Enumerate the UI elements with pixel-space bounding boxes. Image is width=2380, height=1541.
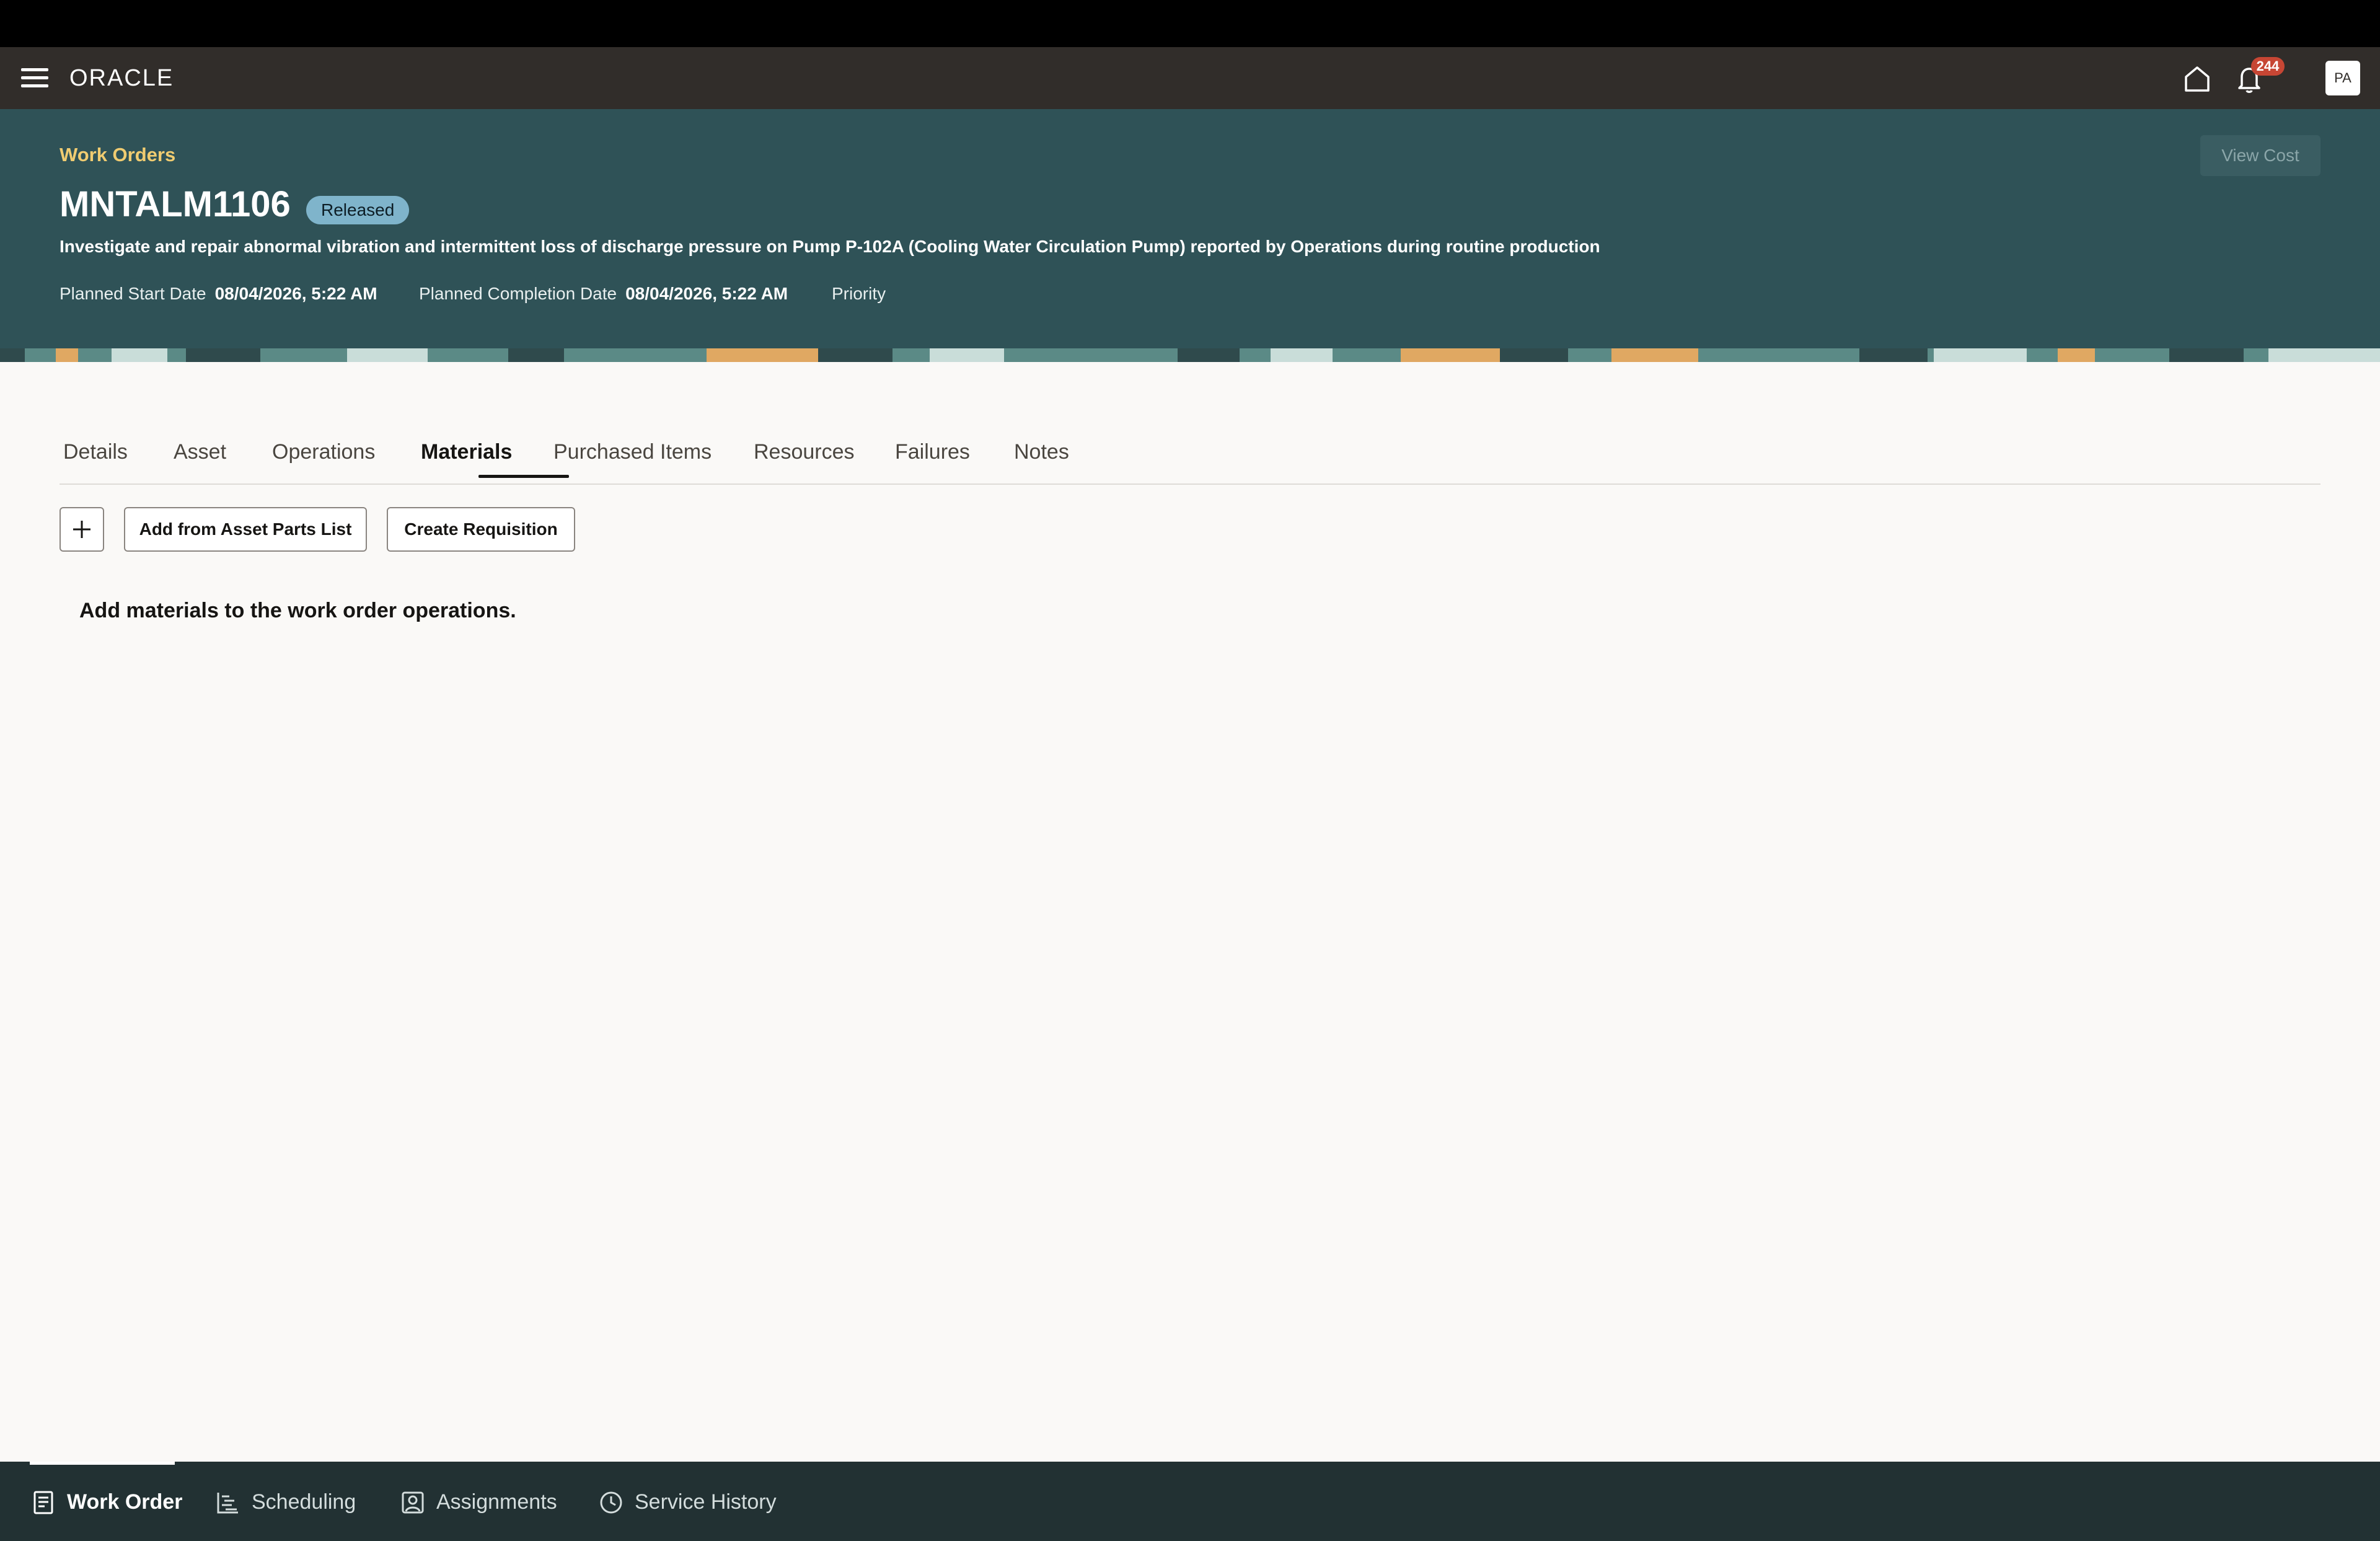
active-nav-indicator: [30, 1462, 175, 1465]
tab-resources[interactable]: Resources: [754, 440, 855, 482]
add-from-asset-parts-list-button[interactable]: Add from Asset Parts List: [124, 507, 367, 552]
bottom-navigation: Work Order Scheduling Assignments Servic…: [0, 1462, 2380, 1541]
priority: Priority: [832, 284, 886, 304]
add-material-button[interactable]: [60, 507, 104, 552]
nav-scheduling-label: Scheduling: [252, 1490, 356, 1514]
tab-purchased-items[interactable]: Purchased Items: [553, 440, 712, 482]
oracle-logo: ORACLE: [69, 65, 174, 91]
planned-completion: Planned Completion Date 08/04/2026, 5:22 …: [419, 284, 788, 304]
breadcrumb-work-orders[interactable]: Work Orders: [60, 144, 175, 166]
tab-bar: Details Asset Operations Materials Purch…: [60, 434, 2320, 485]
gantt-icon: [217, 1493, 238, 1514]
plus-icon: [73, 521, 90, 538]
work-order-number: MNTALM1106: [60, 184, 291, 224]
person-icon: [402, 1491, 424, 1514]
nav-service-history-label: Service History: [635, 1490, 777, 1514]
create-requisition-button[interactable]: Create Requisition: [387, 507, 575, 552]
empty-state-message: Add materials to the work order operatio…: [79, 599, 516, 622]
priority-label: Priority: [832, 284, 886, 303]
tab-notes[interactable]: Notes: [1014, 440, 1069, 482]
svg-text:ORACLE: ORACLE: [69, 65, 174, 91]
tab-details[interactable]: Details: [63, 440, 128, 482]
notification-count-badge: 244: [2251, 57, 2285, 76]
work-order-description: Investigate and repair abnormal vibratio…: [60, 237, 1600, 256]
planned-start-value: 08/04/2026, 5:22 AM: [214, 284, 377, 303]
view-cost-button[interactable]: View Cost: [2200, 135, 2320, 176]
planned-completion-label: Planned Completion Date: [419, 284, 617, 303]
work-order-header: Work Orders View Cost MNTALM1106 Release…: [0, 109, 2380, 348]
home-icon[interactable]: [2182, 63, 2213, 94]
active-tab-indicator: [478, 475, 569, 478]
tab-operations[interactable]: Operations: [272, 440, 375, 482]
document-icon: [33, 1491, 53, 1514]
user-avatar[interactable]: PA: [2325, 61, 2360, 95]
planned-start-label: Planned Start Date: [60, 284, 206, 303]
planned-completion-value: 08/04/2026, 5:22 AM: [625, 284, 788, 303]
nav-assignments-label: Assignments: [436, 1490, 557, 1514]
status-badge: Released: [306, 196, 410, 224]
app-header: ORACLE 244 PA: [0, 47, 2380, 109]
decorative-pattern-strip: [0, 348, 2380, 362]
system-bar: [0, 0, 2380, 47]
nav-work-order-label: Work Order: [67, 1490, 183, 1514]
tab-failures[interactable]: Failures: [895, 440, 970, 482]
planned-start: Planned Start Date 08/04/2026, 5:22 AM: [60, 284, 377, 304]
clock-icon: [600, 1491, 622, 1514]
hamburger-menu-icon[interactable]: [21, 67, 48, 89]
tab-asset[interactable]: Asset: [174, 440, 226, 482]
